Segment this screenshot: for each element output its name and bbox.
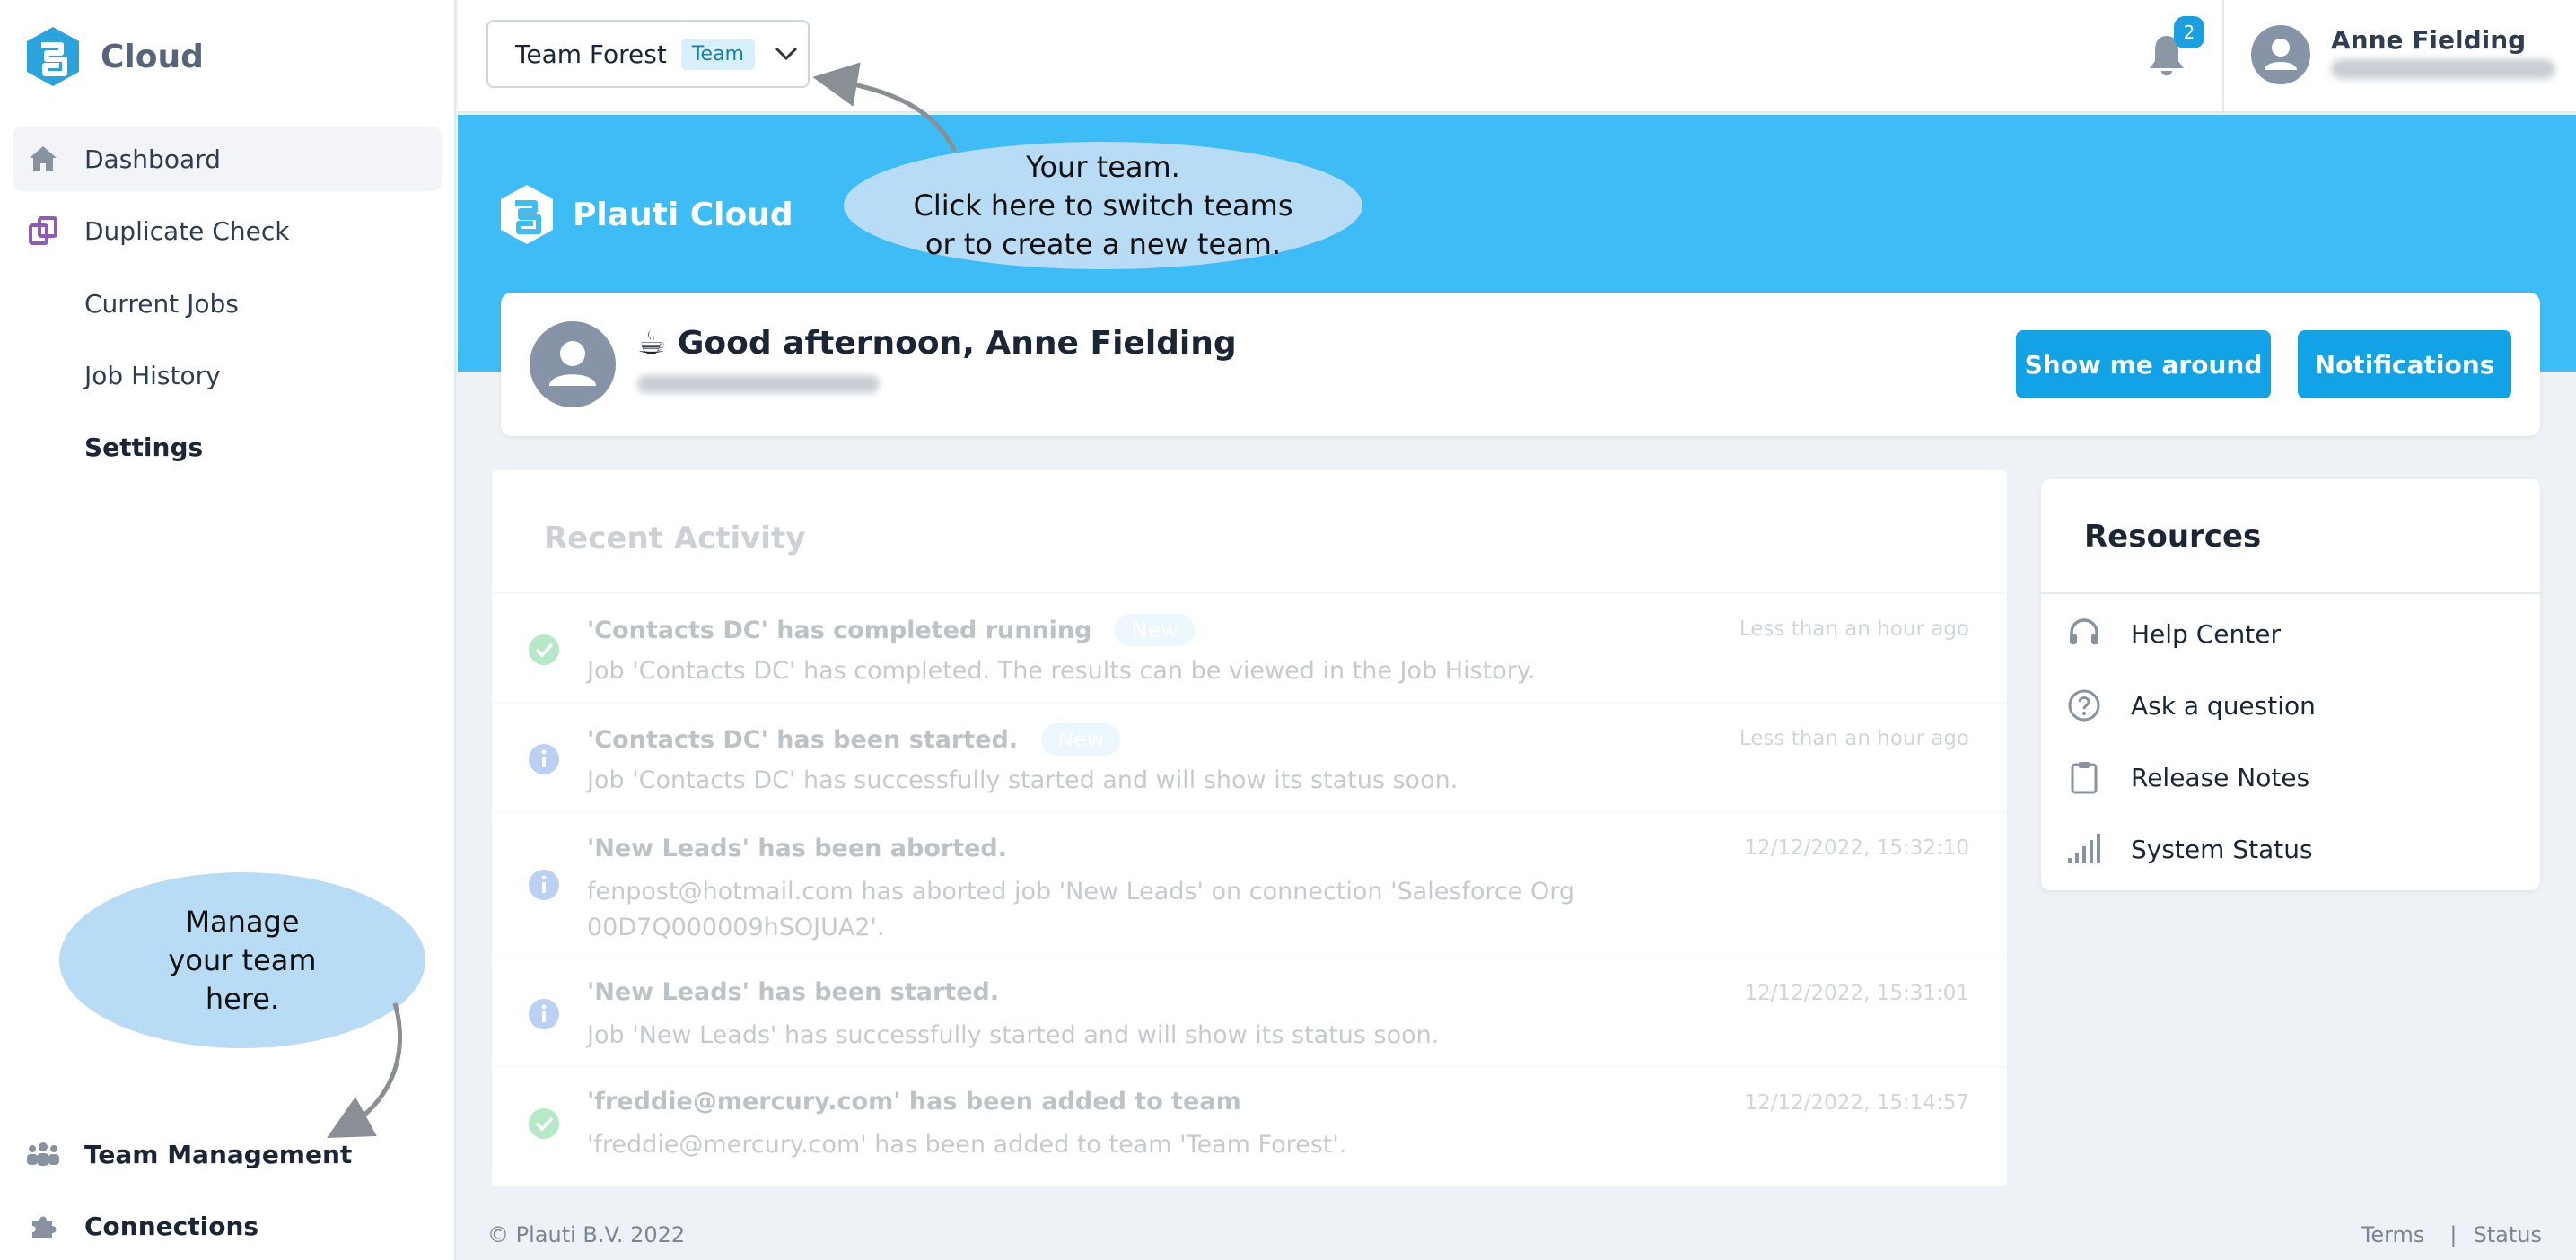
activity-item-body: Job 'New Leads' has successfully started… <box>587 1021 1440 1049</box>
sidebar-item-duplicate-check[interactable]: Duplicate Check <box>13 198 442 263</box>
footer-status-link[interactable]: Status <box>2474 1222 2542 1247</box>
notifications-button[interactable]: Notifications <box>2298 330 2511 398</box>
activity-item[interactable]: 'New Leads' has been started. Job 'New L… <box>492 958 2007 1068</box>
activity-item[interactable]: 'New Leads' has been aborted. fenpost@ho… <box>492 813 2007 958</box>
topbar-divider <box>2222 0 2224 113</box>
activity-item-time: 12/12/2022, 15:14:57 <box>1744 1091 1969 1115</box>
activity-item-title: 'New Leads' has been aborted. <box>587 835 1008 862</box>
team-switcher-tooltip: Your team. Click here to switch teams or… <box>844 142 1362 269</box>
sidebar-item-label: Duplicate Check <box>84 215 290 246</box>
question-circle-icon <box>2066 687 2102 723</box>
greeting-card: ☕ Good afternoon, Anne Fielding Show me … <box>501 293 2540 436</box>
hero-brand-text: Plauti Cloud <box>573 196 793 233</box>
check-circle-icon <box>529 1108 559 1139</box>
resource-ask-question[interactable]: Ask a question <box>2066 687 2316 723</box>
activity-item[interactable]: 'Contacts DC' has completed running New … <box>492 594 2007 704</box>
sidebar-item-dashboard[interactable]: Dashboard <box>13 127 442 191</box>
clipboard-icon <box>2066 759 2102 795</box>
recent-activity-panel: Recent Activity 'Contacts DC' has comple… <box>492 470 2007 1186</box>
activity-item-title: 'freddie@mercury.com' has been added to … <box>587 1088 1241 1116</box>
new-badge: New <box>1115 614 1195 646</box>
team-badge: Team <box>680 38 755 70</box>
topbar: Team Forest Team 2 Anne Fielding <box>458 0 2576 113</box>
greeting-email-redacted <box>637 375 880 393</box>
resource-help-center[interactable]: Help Center <box>2066 616 2281 652</box>
new-badge: New <box>1041 723 1121 756</box>
info-circle-icon <box>529 999 559 1029</box>
activity-item-title-text: 'Contacts DC' has completed running <box>587 616 1092 644</box>
resource-label: System Status <box>2131 834 2313 864</box>
resource-label: Release Notes <box>2131 762 2310 792</box>
footer-separator: | <box>2449 1222 2458 1247</box>
plauti-logo-icon <box>501 185 553 244</box>
resource-release-notes[interactable]: Release Notes <box>2066 759 2309 795</box>
activity-item-title: 'Contacts DC' has been started. New <box>587 723 1121 756</box>
show-me-around-button[interactable]: Show me around <box>2016 330 2271 398</box>
signal-bars-icon <box>2066 831 2102 867</box>
avatar <box>530 321 616 407</box>
activity-item-body: 'freddie@mercury.com' has been added to … <box>587 1131 1347 1159</box>
activity-item-time: Less than an hour ago <box>1739 727 1969 750</box>
puzzle-icon <box>25 1210 61 1242</box>
info-circle-icon <box>529 870 559 900</box>
user-name[interactable]: Anne Fielding <box>2331 25 2526 55</box>
activity-item-title: 'Contacts DC' has completed running New <box>587 614 1195 646</box>
recent-activity-title: Recent Activity <box>544 521 806 556</box>
sidebar-item-label: Connections <box>84 1211 259 1241</box>
user-email-redacted <box>2331 59 2555 79</box>
sidebar-item-label: Team Management <box>84 1139 353 1169</box>
check-circle-icon <box>529 634 559 665</box>
activity-item-body: Job 'Contacts DC' has successfully start… <box>587 766 1459 794</box>
team-icon <box>25 1138 61 1170</box>
headset-icon <box>2066 616 2102 652</box>
user-avatar[interactable] <box>2251 25 2310 84</box>
footer-links: Terms | Status <box>2361 1222 2542 1247</box>
sidebar-item-settings[interactable]: Settings <box>84 433 203 462</box>
resources-title: Resources <box>2084 519 2262 555</box>
divider <box>2041 592 2540 594</box>
plauti-logo-icon <box>27 27 79 86</box>
activity-item[interactable]: 'Contacts DC' has been started. New Job … <box>492 704 2007 813</box>
sidebar-item-job-history[interactable]: Job History <box>84 361 221 390</box>
resource-label: Ask a question <box>2131 690 2316 721</box>
coffee-icon: ☕ <box>637 325 667 362</box>
resource-label: Help Center <box>2131 618 2281 649</box>
sidebar-item-team-management[interactable]: Team Management <box>25 1138 352 1170</box>
activity-item[interactable]: 'freddie@mercury.com' has been added to … <box>492 1068 2007 1177</box>
sidebar: Cloud Dashboard Duplicate Check Current … <box>0 0 456 1260</box>
info-circle-icon <box>529 744 559 774</box>
activity-item-body: fenpost@hotmail.com has aborted job 'New… <box>587 878 1574 941</box>
activity-item-title: 'New Leads' has been started. <box>587 978 1000 1006</box>
greeting-text: Good afternoon, Anne Fielding <box>677 325 1237 362</box>
team-switcher[interactable]: Team Forest Team <box>486 20 810 88</box>
footer-copyright: © Plauti B.V. 2022 <box>487 1222 686 1247</box>
team-management-tooltip: Manage your team here. <box>59 872 425 1048</box>
activity-item-title-text: 'Contacts DC' has been started. <box>587 725 1019 754</box>
activity-item-time: 12/12/2022, 15:32:10 <box>1744 836 1969 860</box>
activity-item-body: Job 'Contacts DC' has completed. The res… <box>587 657 1536 685</box>
activity-item-time: Less than an hour ago <box>1739 617 1969 641</box>
greeting-title: ☕ Good afternoon, Anne Fielding <box>637 325 1237 362</box>
activity-item-time: 12/12/2022, 15:31:01 <box>1744 982 1969 1005</box>
team-name: Team Forest <box>515 39 667 69</box>
sidebar-brand-text: Cloud <box>101 38 204 75</box>
resources-panel: Resources Help Center Ask a question Rel… <box>2041 479 2540 890</box>
duplicate-check-icon <box>25 213 61 249</box>
resource-system-status[interactable]: System Status <box>2066 831 2313 867</box>
home-icon <box>25 141 61 177</box>
notification-count-badge: 2 <box>2174 16 2204 48</box>
hero-logo: Plauti Cloud <box>499 183 793 246</box>
sidebar-item-current-jobs[interactable]: Current Jobs <box>84 289 239 319</box>
chevron-down-icon <box>775 47 798 61</box>
sidebar-item-connections[interactable]: Connections <box>25 1210 258 1242</box>
sidebar-item-label: Dashboard <box>84 144 221 174</box>
sidebar-logo[interactable]: Cloud <box>25 25 204 88</box>
footer-terms-link[interactable]: Terms <box>2361 1222 2425 1247</box>
